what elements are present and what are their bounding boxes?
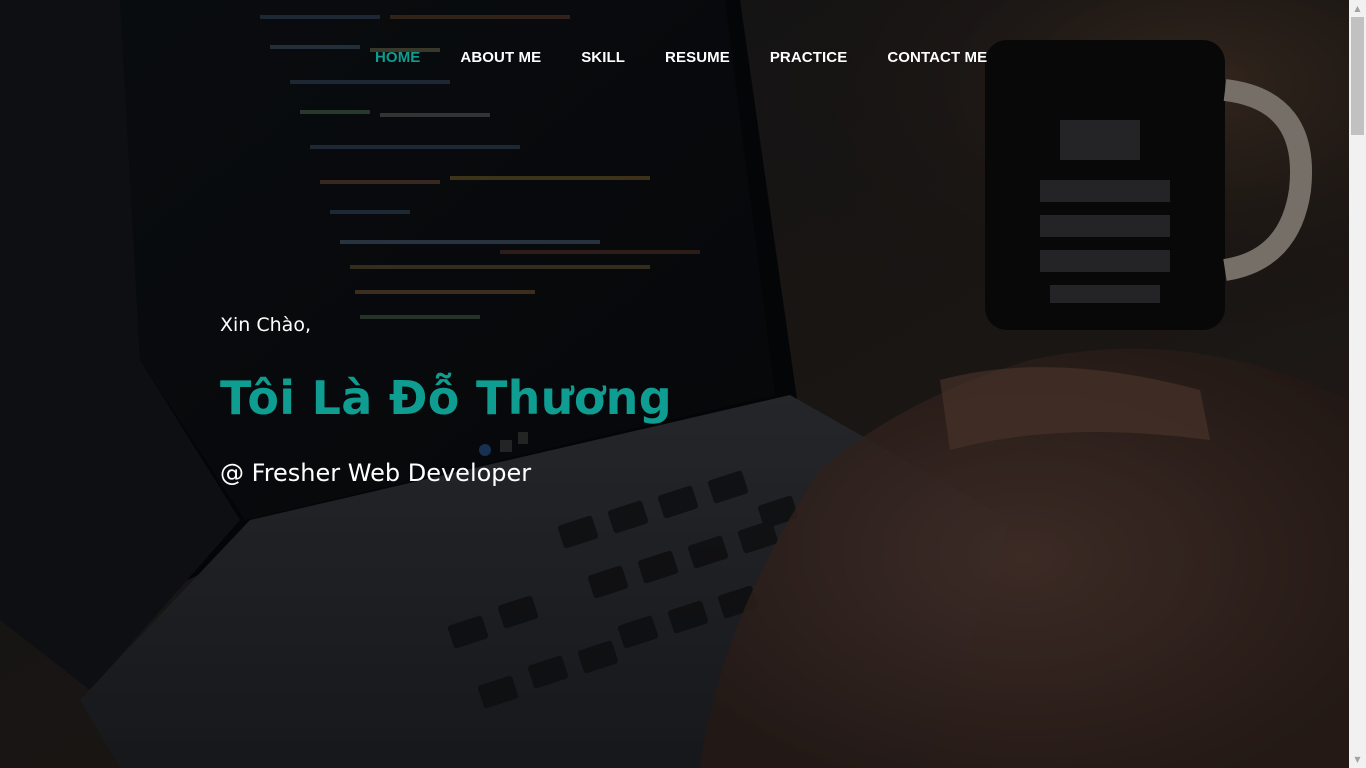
triangle-up-icon[interactable]: ▲ (1349, 0, 1366, 17)
page-scrollbar[interactable]: ▲ ▼ (1349, 0, 1366, 768)
scrollbar-thumb[interactable] (1351, 17, 1364, 135)
main-navigation: HOME ABOUT ME SKILL RESUME PRACTICE CONT… (375, 48, 987, 68)
hero-greeting: Xin Chào, (220, 314, 311, 336)
page: HOME ABOUT ME SKILL RESUME PRACTICE CONT… (0, 0, 1366, 768)
hero-section: Xin Chào, Tôi Là Đỗ Thương @ Fresher Web… (220, 310, 672, 490)
hero-name: Tôi Là Đỗ Thương (220, 371, 672, 425)
nav-practice[interactable]: PRACTICE (770, 48, 847, 68)
background-dim-overlay (0, 0, 1349, 768)
nav-skill[interactable]: SKILL (581, 48, 625, 68)
nav-resume[interactable]: RESUME (665, 48, 730, 68)
hero-role: @ Fresher Web Developer (220, 459, 532, 487)
triangle-down-icon[interactable]: ▼ (1349, 751, 1366, 768)
nav-contact-me[interactable]: CONTACT ME (887, 48, 987, 68)
nav-home[interactable]: HOME (375, 48, 420, 68)
nav-about-me[interactable]: ABOUT ME (460, 48, 541, 68)
